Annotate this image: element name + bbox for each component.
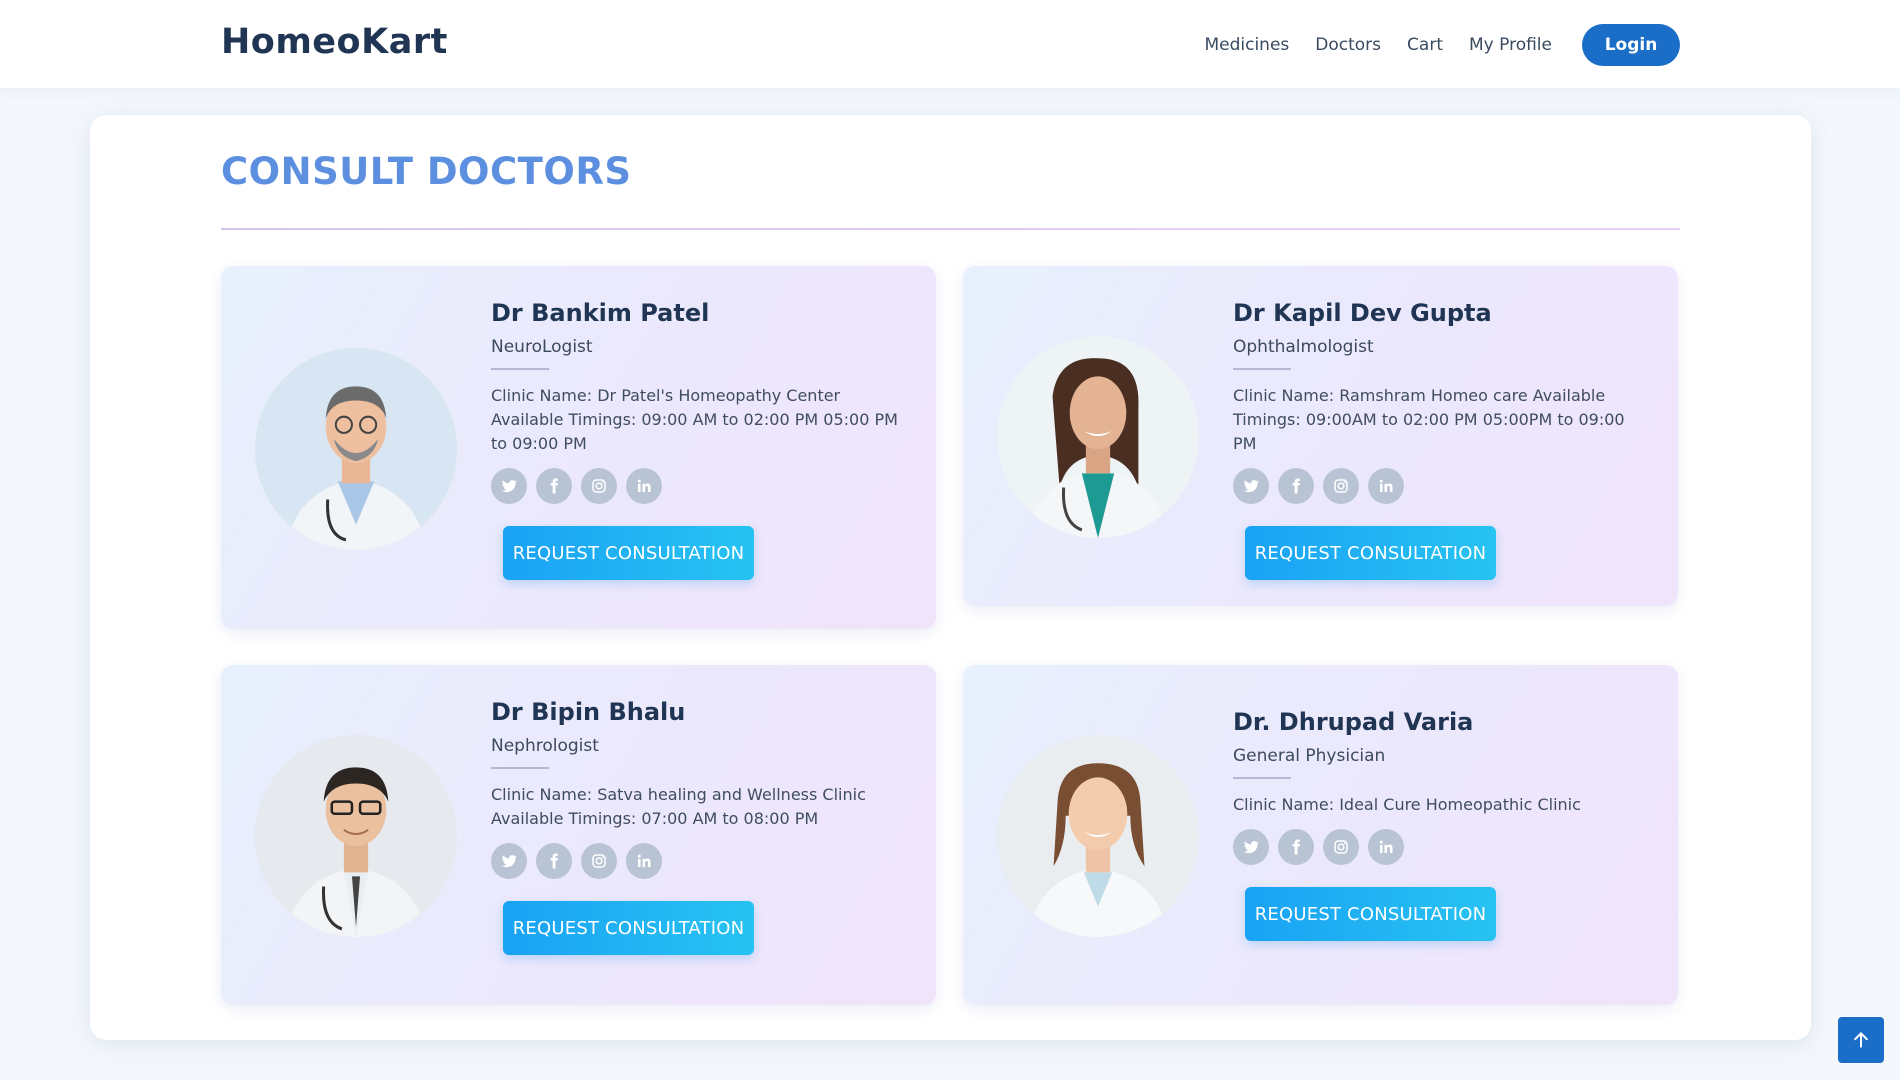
linkedin-icon[interactable]: [1368, 468, 1404, 504]
arrow-up-icon: [1854, 1032, 1868, 1048]
doctor-info: Dr Kapil Dev Gupta Ophthalmologist Clini…: [1233, 298, 1648, 580]
twitter-icon[interactable]: [1233, 468, 1269, 504]
doctor-card: Dr Bipin Bhalu Nephrologist Clinic Name:…: [221, 665, 936, 1005]
doctor-info: Dr Bankim Patel NeuroLogist Clinic Name:…: [491, 298, 906, 580]
facebook-icon[interactable]: [1278, 829, 1314, 865]
specialty-divider: [491, 368, 549, 370]
linkedin-icon[interactable]: [1368, 829, 1404, 865]
clinic-details: Clinic Name: Ideal Cure Homeopathic Clin…: [1233, 795, 1581, 814]
doctor-info: Dr Bipin Bhalu Nephrologist Clinic Name:…: [491, 697, 906, 955]
nav-doctors[interactable]: Doctors: [1315, 35, 1381, 55]
instagram-icon[interactable]: [1323, 829, 1359, 865]
request-consultation-button[interactable]: REQUEST CONSULTATION: [503, 901, 754, 955]
doctor-info: Dr. Dhrupad Varia General Physician Clin…: [1233, 707, 1648, 941]
twitter-icon[interactable]: [491, 843, 527, 879]
doctor-specialty: Nephrologist: [491, 736, 599, 756]
request-consultation-button[interactable]: REQUEST CONSULTATION: [1245, 887, 1496, 941]
social-links: [491, 843, 906, 879]
specialty-divider: [1233, 368, 1291, 370]
brand-logo[interactable]: HomeoKart: [221, 22, 448, 62]
login-button[interactable]: Login: [1582, 24, 1680, 66]
scroll-to-top-button[interactable]: [1838, 1017, 1884, 1063]
request-consultation-button[interactable]: REQUEST CONSULTATION: [503, 526, 754, 580]
doctor-photo: [997, 735, 1199, 937]
specialty-divider: [1233, 777, 1291, 779]
nav-my-profile[interactable]: My Profile: [1469, 35, 1552, 55]
nav-cart[interactable]: Cart: [1407, 35, 1443, 55]
linkedin-icon[interactable]: [626, 843, 662, 879]
doctor-name: Dr. Dhrupad Varia: [1233, 708, 1474, 736]
nav-links: Medicines Doctors Cart My Profile Login: [1204, 24, 1680, 66]
social-links: [1233, 829, 1648, 865]
twitter-icon[interactable]: [1233, 829, 1269, 865]
instagram-icon[interactable]: [1323, 468, 1359, 504]
doctor-specialty: General Physician: [1233, 746, 1386, 766]
doctor-photo: [255, 348, 457, 550]
facebook-icon[interactable]: [1278, 468, 1314, 504]
doctor-card: Dr. Dhrupad Varia General Physician Clin…: [963, 665, 1678, 1005]
top-navbar: HomeoKart Medicines Doctors Cart My Prof…: [0, 0, 1900, 88]
instagram-icon[interactable]: [581, 468, 617, 504]
doctor-card: Dr Kapil Dev Gupta Ophthalmologist Clini…: [963, 266, 1678, 606]
twitter-icon[interactable]: [491, 468, 527, 504]
clinic-details: Clinic Name: Satva healing and Wellness …: [491, 785, 866, 828]
linkedin-icon[interactable]: [626, 468, 662, 504]
doctor-specialty: NeuroLogist: [491, 337, 593, 357]
doctor-name: Dr Kapil Dev Gupta: [1233, 299, 1492, 327]
instagram-icon[interactable]: [581, 843, 617, 879]
clinic-details: Clinic Name: Dr Patel's Homeopathy Cente…: [491, 386, 898, 453]
social-links: [1233, 468, 1648, 504]
doctor-specialty: Ophthalmologist: [1233, 337, 1374, 357]
doctor-name: Dr Bipin Bhalu: [491, 698, 686, 726]
facebook-icon[interactable]: [536, 468, 572, 504]
request-consultation-button[interactable]: REQUEST CONSULTATION: [1245, 526, 1496, 580]
specialty-divider: [491, 767, 549, 769]
doctor-photo: [997, 336, 1199, 538]
nav-medicines[interactable]: Medicines: [1204, 35, 1289, 55]
social-links: [491, 468, 906, 504]
title-divider: [221, 228, 1680, 230]
doctor-card: Dr Bankim Patel NeuroLogist Clinic Name:…: [221, 266, 936, 629]
page-title: CONSULT DOCTORS: [221, 150, 632, 193]
doctor-name: Dr Bankim Patel: [491, 299, 710, 327]
facebook-icon[interactable]: [536, 843, 572, 879]
clinic-details: Clinic Name: Ramshram Homeo care Availab…: [1233, 386, 1625, 453]
doctor-photo: [255, 735, 457, 937]
